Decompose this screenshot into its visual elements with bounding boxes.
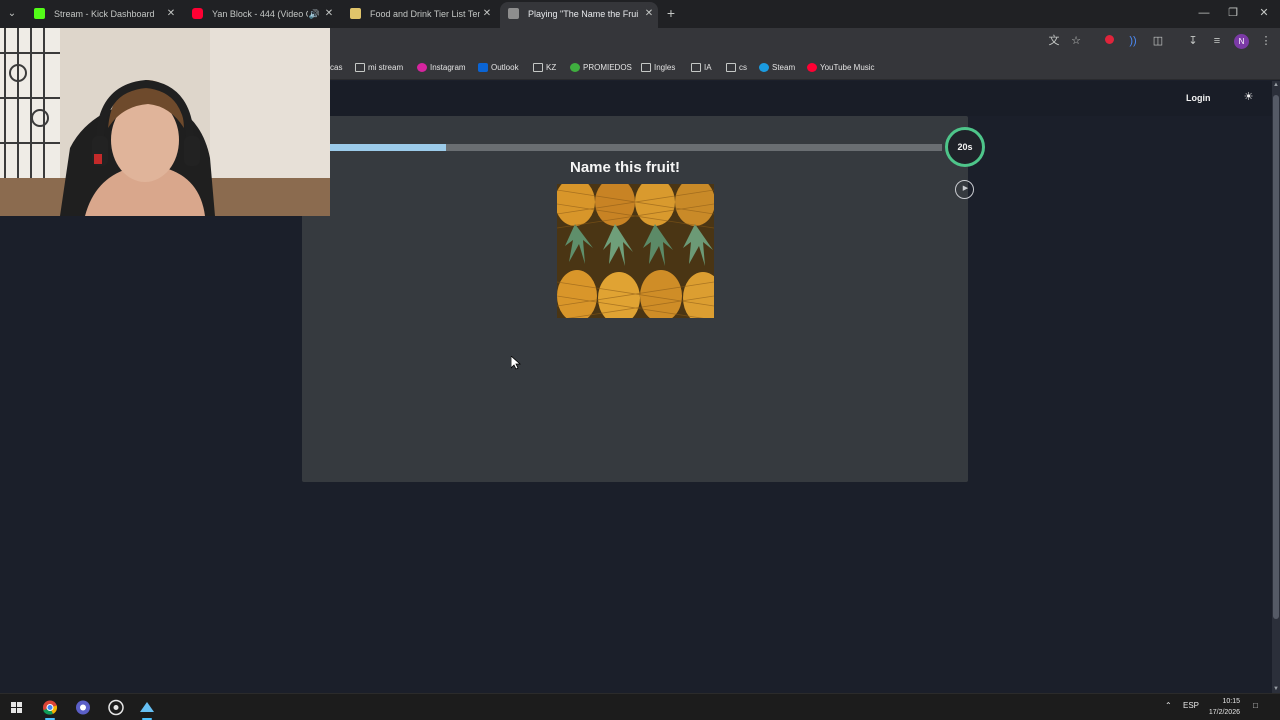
extensions-puzzle-icon[interactable]: ◫: [1151, 34, 1165, 48]
windows-start-icon[interactable]: [6, 698, 26, 717]
page-scrollbar[interactable]: ▲ ▼: [1272, 81, 1280, 693]
bookmark-label: Instagram: [430, 63, 466, 72]
folder-icon: [691, 63, 701, 72]
audio-extension-icon[interactable]: )): [1126, 34, 1140, 48]
streamer-webcam-icon: [0, 28, 330, 216]
kick-icon: [34, 8, 45, 19]
bookmark-label: Outlook: [491, 63, 519, 72]
play-icon[interactable]: ▶: [955, 180, 974, 199]
bookmark-ia[interactable]: IA: [691, 61, 712, 75]
outlook-icon: [478, 63, 488, 72]
restore-icon[interactable]: ❐: [1226, 5, 1240, 21]
login-button[interactable]: Login: [1186, 90, 1211, 106]
bookmark-mi-stream[interactable]: mi stream: [355, 61, 403, 75]
pineapple-photo-icon: [557, 184, 714, 318]
tab-tier-list[interactable]: Food and Drink Tier List Templ ✕: [342, 4, 496, 24]
countdown-timer: 20s: [945, 127, 985, 167]
app-taskbar-icon[interactable]: [73, 698, 93, 717]
new-tab-plus-icon[interactable]: +: [664, 5, 678, 21]
notifications-icon[interactable]: □: [1253, 701, 1258, 710]
bookmark-star-icon[interactable]: ☆: [1069, 34, 1083, 48]
tab-title: Stream - Kick Dashboard: [54, 9, 155, 19]
folder-icon: [355, 63, 365, 72]
close-tab-icon[interactable]: ✕: [322, 4, 336, 24]
windows-taskbar: ⌃ ESP 10:15 17/2/2026 □: [0, 693, 1280, 720]
close-window-icon[interactable]: ✕: [1257, 5, 1271, 21]
bookmark-label: PROMIEDOS: [583, 63, 632, 72]
bookmark-label: cs: [739, 63, 747, 72]
bookmark-cs[interactable]: cs: [726, 61, 747, 75]
folder-icon: [533, 63, 543, 72]
youtube-music-icon: [807, 63, 817, 72]
clock[interactable]: 10:15 17/2/2026: [1200, 696, 1240, 718]
obs-taskbar-icon[interactable]: [106, 698, 126, 717]
time-progress-bar: [330, 144, 942, 151]
clock-time: 10:15: [1222, 698, 1240, 705]
chrome-taskbar-icon[interactable]: [40, 698, 60, 720]
tab-yan-block[interactable]: Yan Block - 444 (Video Ofic 🔊 ✕: [184, 4, 338, 24]
bookmark-label: Steam: [772, 63, 796, 72]
question-title: Name this fruit!: [569, 159, 680, 176]
clock-date: 17/2/2026: [1208, 709, 1240, 716]
browser-tab-strip: ⌄ Stream - Kick Dashboard ✕ Yan Block - …: [0, 0, 1280, 28]
bookmark-label: YouTube Music: [820, 63, 875, 72]
bookmark-kz[interactable]: KZ: [533, 61, 556, 75]
bookmark-label: KZ: [546, 63, 557, 72]
record-extension-icon[interactable]: [1102, 34, 1116, 48]
close-tab-icon[interactable]: ✕: [480, 4, 494, 24]
time-progress-fill: [330, 144, 447, 151]
steam-taskbar-icon[interactable]: [137, 698, 157, 720]
tab-search-chevron-icon[interactable]: ⌄: [4, 6, 20, 22]
tab-title: Yan Block - 444 (Video Ofic: [212, 9, 308, 19]
minimize-icon[interactable]: —: [1197, 5, 1211, 21]
mouse-cursor-icon: [511, 356, 521, 370]
steam-icon: [759, 63, 769, 72]
tab-name-the-fruit[interactable]: Playing "The Name the Fruit! Tr ✕: [500, 2, 658, 28]
bookmark-outlook[interactable]: Outlook: [478, 61, 519, 75]
language-indicator[interactable]: ESP: [1183, 701, 1199, 710]
bookmark-promiedos[interactable]: PROMIEDOS: [570, 61, 632, 75]
bookmark-label: mi stream: [368, 63, 404, 72]
tiermaker-icon: [350, 8, 361, 19]
site-icon: [508, 8, 519, 19]
tab-kick-dashboard[interactable]: Stream - Kick Dashboard ✕: [26, 4, 180, 24]
instagram-icon: [417, 63, 427, 72]
promiedos-icon: [570, 63, 580, 72]
system-tray-chevron-icon[interactable]: ⌃: [1165, 701, 1172, 710]
bookmark-ingles[interactable]: Ingles: [641, 61, 675, 75]
youtube-icon: [192, 8, 203, 19]
bookmark-label: cas: [330, 63, 343, 72]
folder-icon: [726, 63, 736, 72]
bookmark-instagram[interactable]: Instagram: [417, 61, 466, 75]
close-tab-icon[interactable]: ✕: [164, 4, 178, 24]
bookmark-label: IA: [704, 63, 712, 72]
screen: ⌄ Stream - Kick Dashboard ✕ Yan Block - …: [0, 0, 1280, 720]
download-icon[interactable]: ↧: [1186, 34, 1200, 48]
scroll-up-arrow-icon[interactable]: ▲: [1272, 81, 1280, 89]
bookmark-cas[interactable]: cas: [330, 61, 342, 75]
folder-icon: [641, 63, 651, 72]
close-tab-icon[interactable]: ✕: [642, 2, 656, 26]
fruit-image: [557, 184, 714, 318]
theme-toggle-sun-icon[interactable]: ☀: [1242, 91, 1255, 104]
speaker-icon[interactable]: 🔊: [309, 4, 320, 24]
kebab-menu-icon[interactable]: ⋮: [1259, 34, 1273, 48]
profile-avatar[interactable]: N: [1234, 34, 1249, 49]
webcam-overlay: [0, 28, 330, 216]
bookmark-label: Ingles: [654, 63, 676, 72]
scroll-down-arrow-icon[interactable]: ▼: [1272, 685, 1280, 693]
scroll-thumb[interactable]: [1273, 95, 1279, 619]
tab-title: Playing "The Name the Fruit! Tr: [528, 9, 638, 19]
media-queue-icon[interactable]: ≡: [1210, 34, 1224, 48]
bookmark-steam[interactable]: Steam: [759, 61, 795, 75]
bookmark-youtube-music[interactable]: YouTube Music: [807, 61, 875, 75]
tab-title: Food and Drink Tier List Templ: [370, 9, 480, 19]
translate-icon[interactable]: 文: [1047, 34, 1061, 48]
